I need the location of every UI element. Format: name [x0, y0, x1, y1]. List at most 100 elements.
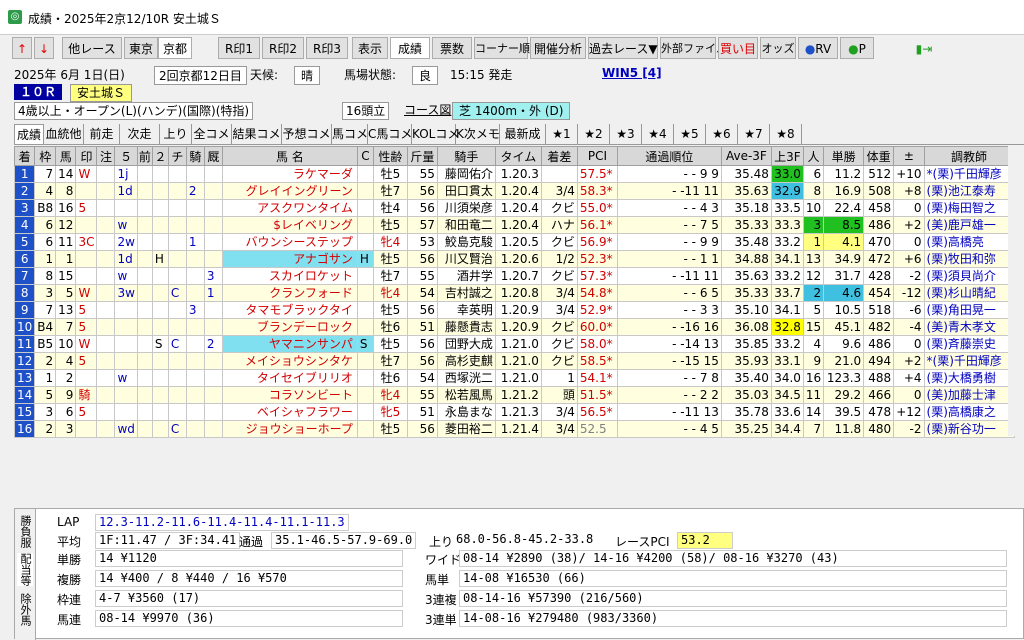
column-header[interactable]: C [356, 146, 374, 166]
tab-14[interactable]: ★2 [578, 124, 610, 144]
table-row[interactable]: 2 4 8 1d 2 グレイイングリーン 牡7 56 田口貫太 1.20.4 3/4 58.3* - -… [13, 182, 1015, 200]
cell-4 [96, 335, 116, 353]
table-row[interactable]: 6 1 1 1d H アナゴサン H 牡5 56 川又賢治 1.20.6 1/2 52.3* - - 1 … [13, 250, 1015, 268]
rv-button[interactable]: ●RV [798, 37, 838, 59]
table-row[interactable]: 11 B5 10 W S C 2 ヤマニンサンパ S 牡5 56 団野大成 1.21.0 クビ 58.0* -… [13, 335, 1015, 353]
tab-18[interactable]: ★6 [706, 124, 738, 144]
up-arrow-button[interactable]: ↑ [12, 37, 32, 59]
table-row[interactable]: 1 7 14 W 1j ラケマーダ 牡5 55 藤岡佑介 1.20.3 57.5* - - 9 9 35… [13, 165, 1015, 183]
column-header[interactable]: ２ [151, 146, 169, 166]
table-row[interactable]: 12 2 4 5 メイショウシンタケ 牡7 56 高杉吏麒 1.21.0 クビ 58.5* - -15… [13, 352, 1015, 370]
tokyo-button[interactable]: 東京 [124, 37, 158, 59]
p-button[interactable]: ●P [840, 37, 874, 59]
r2-button[interactable]: R印2 [262, 37, 304, 59]
tab-17[interactable]: ★5 [674, 124, 706, 144]
column-header[interactable]: ５ [114, 146, 138, 166]
column-header[interactable]: 騎 [185, 146, 205, 166]
table-row[interactable]: 5 6 11 3C 2w 1 バウンシーステップ 牝4 53 鮫島克駿 1.20.5 クビ 56.9* -… [13, 233, 1015, 251]
cell-24: 458 [863, 199, 895, 217]
column-header[interactable]: 調教師 [923, 146, 1015, 166]
tab-scratched[interactable]: 除外馬 [17, 593, 33, 626]
column-header[interactable]: 馬 [55, 146, 77, 166]
tab-4[interactable]: 上り [160, 124, 192, 144]
tab-19[interactable]: ★7 [738, 124, 770, 144]
table-row[interactable]: 10 B4 7 5 ブランデーロック 牡6 51 藤懸貴志 1.20.9 クビ 60.0* - -16… [13, 318, 1015, 336]
column-header[interactable]: 着差 [540, 146, 578, 166]
column-header[interactable]: 体重 [863, 146, 895, 166]
column-header[interactable]: 厩 [203, 146, 223, 166]
column-header[interactable]: Ave-3F [720, 146, 772, 166]
column-header[interactable]: 着 [13, 146, 36, 166]
cell-5: w [114, 216, 138, 234]
buy-button[interactable]: 買い目 [718, 37, 758, 59]
column-header[interactable]: 通過順位 [616, 146, 722, 166]
tab-9[interactable]: C馬コメ [368, 124, 412, 144]
table-row[interactable]: 3 B8 16 5 アスクワンタイム 牡4 56 川須栄彦 1.20.4 クビ 55.0* - - 4… [13, 199, 1015, 217]
column-header[interactable]: 騎手 [436, 146, 496, 166]
tab-7[interactable]: 予想コメ [282, 124, 332, 144]
odds-button[interactable]: オッズ [760, 37, 796, 59]
tab-silks[interactable]: 勝負服 [17, 515, 33, 548]
cell-0: 16 [13, 420, 36, 438]
results-button[interactable]: 成績 [390, 37, 430, 59]
analysis-button[interactable]: 開催分析 [530, 37, 586, 59]
cell-22: 15 [802, 318, 825, 336]
win5-link[interactable]: WIN5 [4] [602, 66, 662, 80]
scrollbar[interactable] [1008, 146, 1024, 436]
column-header[interactable]: 単勝 [823, 146, 865, 166]
tab-15[interactable]: ★3 [610, 124, 642, 144]
r1-button[interactable]: R印1 [218, 37, 260, 59]
column-header[interactable]: PCI [576, 146, 618, 166]
tab-13[interactable]: ★1 [546, 124, 578, 144]
cell-12 [356, 301, 374, 319]
column-header[interactable]: 印 [75, 146, 98, 166]
votes-button[interactable]: 票数 [432, 37, 472, 59]
cell-20: 35.25 [720, 420, 772, 438]
tab-10[interactable]: KOLコメ [412, 124, 459, 144]
column-header[interactable]: チ [167, 146, 187, 166]
table-row[interactable]: 9 7 13 5 3 タマモブラックタイ 牡5 56 幸英明 1.20.9 3/4 52.9* - - … [13, 301, 1015, 319]
table-row[interactable]: 4 6 12 w $レイベリング 牡5 57 和田竜二 1.20.4 ハナ 56.1* - - 7 5… [13, 216, 1015, 234]
display-button[interactable]: 表示 [352, 37, 388, 59]
tab-0[interactable]: 成績 [14, 124, 44, 144]
tab-20[interactable]: ★8 [770, 124, 802, 144]
cell-16: 1.20.9 [494, 318, 542, 336]
tab-3[interactable]: 次走 [120, 124, 160, 144]
table-row[interactable]: 7 8 15 w 3 スカイロケット 牡7 55 酒井学 1.20.7 クビ 57.3* - -11 1… [13, 267, 1015, 285]
tab-8[interactable]: 馬コメ [332, 124, 368, 144]
column-header[interactable]: ± [893, 146, 925, 166]
column-header[interactable]: 性齢 [372, 146, 408, 166]
tab-5[interactable]: 全コメ [192, 124, 232, 144]
cell-21: 33.3 [770, 216, 804, 234]
tab-2[interactable]: 前走 [84, 124, 120, 144]
cell-17: 3/4 [540, 301, 578, 319]
tab-6[interactable]: 結果コメ [232, 124, 282, 144]
course-map-link[interactable]: コース図 [404, 102, 451, 118]
column-header[interactable]: 人 [802, 146, 825, 166]
tab-payout[interactable]: 配当等 [17, 553, 33, 586]
column-header[interactable]: 馬 名 [221, 146, 358, 166]
column-header[interactable]: 前 [136, 146, 153, 166]
table-row[interactable]: 15 3 6 5 ベイシャフラワー 牝5 51 永島まな 1.21.3 3/4 56.5* - -11… [13, 403, 1015, 421]
past-race-button[interactable]: 過去レース▼ [588, 37, 658, 59]
tab-12[interactable]: 最新成 [500, 124, 546, 144]
tab-1[interactable]: 血統他 [44, 124, 84, 144]
table-row[interactable]: 16 2 3 wd C ジョウショーホープ 牡5 56 菱田裕二 1.21.4 3/4 52.5- -… [13, 420, 1015, 438]
tab-16[interactable]: ★4 [642, 124, 674, 144]
r3-button[interactable]: R印3 [306, 37, 348, 59]
exit-icon[interactable]: ▮⇥ [912, 37, 936, 59]
column-header[interactable]: 注 [96, 146, 116, 166]
table-row[interactable]: 14 5 9 騎コラソンビート 牝4 55 松若風馬 1.21.2 頭 51.5* - - 2 23… [13, 386, 1015, 404]
external-file-button[interactable]: 外部ファイル [660, 37, 727, 59]
other-race-button[interactable]: 他レース [62, 37, 122, 59]
column-header[interactable]: タイム [494, 146, 542, 166]
column-header[interactable]: 枠 [34, 146, 57, 166]
table-row[interactable]: 8 3 5 W 3w C 1 クランフォード 牝4 54 吉村誠之 1.20.8 3/4 54.8* - -… [13, 284, 1015, 302]
corner-button[interactable]: コーナー順 [474, 37, 530, 59]
kyoto-button[interactable]: 京都 [158, 37, 192, 59]
table-row[interactable]: 13 1 2 w タイセイブリリオ 牡6 54 西塚洸二 1.21.0 1 54.1* - - 7 8… [13, 369, 1015, 387]
tab-11[interactable]: K次メモ [456, 124, 500, 144]
column-header[interactable]: 上3F [770, 146, 804, 166]
column-header[interactable]: 斤量 [406, 146, 438, 166]
down-arrow-button[interactable]: ↓ [34, 37, 54, 59]
